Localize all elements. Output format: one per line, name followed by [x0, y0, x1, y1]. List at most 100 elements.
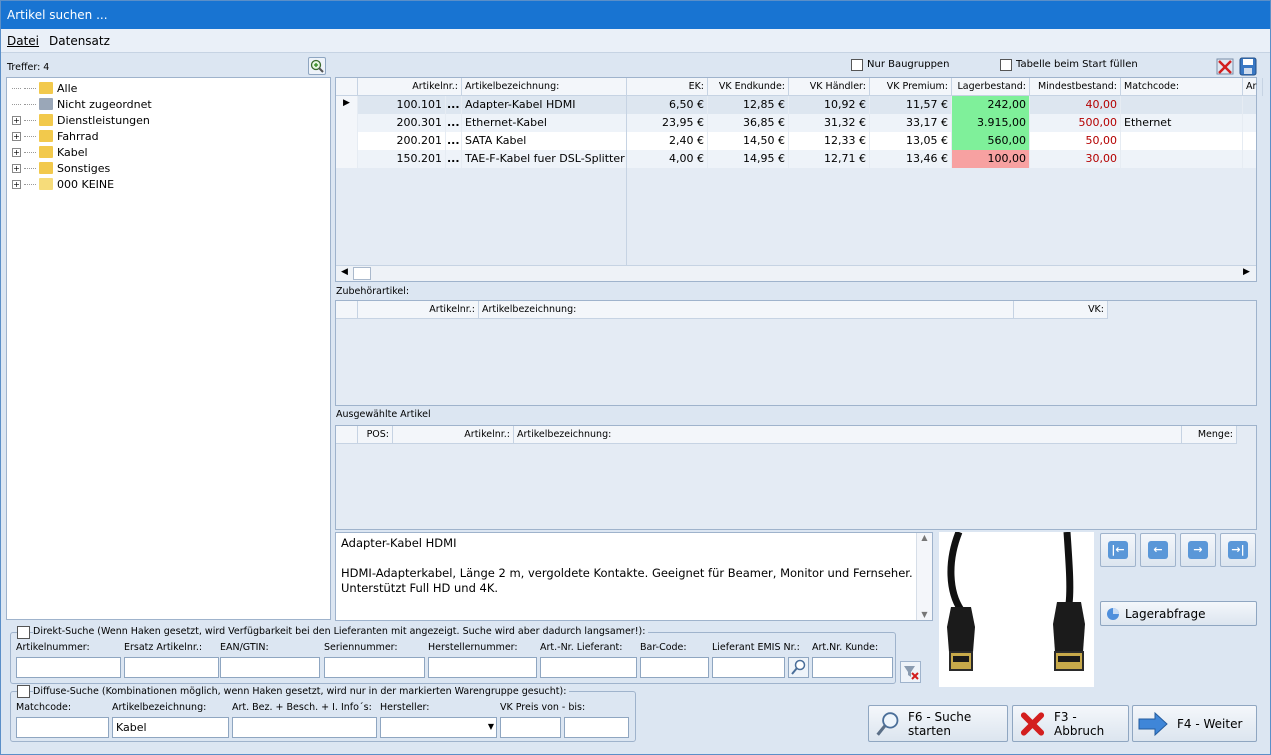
cell-vk-premium: 13,46 €	[870, 150, 952, 168]
column-header[interactable]: EK:	[627, 78, 708, 96]
expand-icon[interactable]: +	[12, 131, 21, 141]
direkt-field-input[interactable]	[428, 657, 537, 678]
tree-item[interactable]: Nicht zugeordnet	[7, 96, 152, 112]
weiter-button[interactable]: F4 - Weiter	[1132, 705, 1257, 742]
tabelle-start-checkbox[interactable]	[1000, 59, 1012, 71]
tree-item-label: 000 KEINE	[57, 177, 115, 191]
scroll-left-icon[interactable]: ◀	[337, 267, 352, 280]
lagerabfrage-button[interactable]: Lagerabfrage	[1100, 601, 1257, 626]
vk-preis-bis-input[interactable]	[564, 717, 629, 738]
direkt-field-label: EAN/GTIN:	[220, 642, 269, 653]
main-window: Artikel suchen ... Datei Datensatz Treffe…	[0, 0, 1271, 755]
lagerabfrage-label: Lagerabfrage	[1125, 606, 1206, 621]
tree-item[interactable]: + Fahrrad	[7, 128, 99, 144]
scroll-down-icon[interactable]: ▼	[917, 610, 932, 619]
scroll-thumb[interactable]	[353, 267, 371, 280]
direkt-field-input[interactable]	[712, 657, 785, 678]
article-hscrollbar[interactable]: ◀ ▶	[336, 265, 1256, 281]
nav-first-button[interactable]: |←	[1100, 533, 1136, 567]
description-line2: Unterstützt Full HD und 4K.	[341, 581, 499, 595]
nav-last-button[interactable]: →|	[1220, 533, 1256, 567]
description-box[interactable]: Adapter-Kabel HDMI HDMI-Adapterkabel, Lä…	[335, 532, 933, 621]
column-header[interactable]: VK Händler:	[789, 78, 870, 96]
zoom-in-button[interactable]	[308, 57, 326, 75]
table-row[interactable]: 150.201... TAE-F-Kabel fuer DSL-Splitter 4…	[336, 150, 1256, 168]
tree-item[interactable]: + Sonstiges	[7, 160, 110, 176]
column-header[interactable]: Ar	[1243, 78, 1263, 96]
column-header[interactable]: Artikelbezeichnung:	[462, 78, 627, 96]
ausgewaehlt-col-name: Artikelbezeichnung:	[514, 426, 1182, 444]
direkt-field-input[interactable]	[540, 657, 637, 678]
column-header[interactable]: Artikelnr.:	[358, 78, 462, 96]
diffus-suche-checkbox[interactable]	[17, 685, 30, 698]
direkt-field-input[interactable]	[16, 657, 121, 678]
diffus-suche-title: Diffuse-Suche (Kombinationen möglich, we…	[33, 686, 570, 697]
nav-prev-button[interactable]: ←	[1140, 533, 1176, 567]
artikelbezeichnung-input[interactable]: Kabel	[112, 717, 229, 738]
direkt-field-input[interactable]	[812, 657, 893, 678]
folder-icon	[39, 130, 53, 142]
tree-item[interactable]: +000 KEINE	[7, 176, 114, 192]
cell-more[interactable]: ...	[446, 150, 462, 168]
folder-icon	[39, 82, 53, 94]
zubehoer-grid[interactable]: Artikelnr.: Artikelbezeichnung: VK:	[335, 300, 1257, 406]
table-row[interactable]: ▶ 100.101... Adapter-Kabel HDMI 6,50 €12,85…	[336, 96, 1256, 114]
column-header[interactable]: Matchcode:	[1121, 78, 1243, 96]
hdmi-cable-image	[947, 530, 1085, 671]
save-button[interactable]	[1239, 57, 1257, 76]
clear-search-button[interactable]	[900, 661, 921, 683]
description-vscrollbar[interactable]: ▲ ▼	[916, 533, 932, 620]
abbruch-button[interactable]: F3 - Abbruch	[1012, 705, 1129, 742]
direkt-field-input[interactable]	[124, 657, 219, 678]
column-header[interactable]: VK Premium:	[870, 78, 952, 96]
direkt-field-input[interactable]	[640, 657, 709, 678]
tree-connector	[24, 183, 36, 185]
cell-more[interactable]: ...	[446, 114, 462, 132]
tree-item-label: Sonstiges	[57, 161, 111, 175]
tree-item[interactable]: + Dienstleistungen	[7, 112, 150, 128]
suche-starten-button[interactable]: F6 - Suche starten	[868, 705, 1008, 742]
column-header[interactable]: Mindestbestand:	[1030, 78, 1121, 96]
cell-more[interactable]: ...	[446, 132, 462, 150]
menu-datei[interactable]: Datei	[1, 29, 43, 48]
category-tree[interactable]: Alle Nicht zugeordnet + Dienstleistungen + Fa…	[6, 77, 331, 620]
table-row[interactable]: 200.201... SATA Kabel 2,40 €14,50 €12,33 €…	[336, 132, 1256, 150]
nur-baugruppen-checkbox[interactable]	[851, 59, 863, 71]
lieferant-search-button[interactable]	[788, 657, 809, 678]
cell-vk-haendler: 10,92 €	[789, 96, 870, 114]
expand-icon[interactable]: +	[12, 115, 21, 125]
diffus-field-input[interactable]	[16, 717, 109, 738]
ausgewaehlt-col-nr: Artikelnr.:	[393, 426, 514, 444]
expand-icon[interactable]: +	[12, 163, 21, 173]
folder-icon	[39, 146, 53, 158]
menu-datensatz[interactable]: Datensatz	[43, 29, 114, 48]
column-header[interactable]: VK Endkunde:	[708, 78, 789, 96]
zubehoer-col-vk: VK:	[1014, 301, 1108, 319]
direkt-field-label: Artikelnummer:	[16, 642, 90, 653]
diffus-field-input[interactable]	[500, 717, 561, 738]
tree-item[interactable]: + Kabel	[7, 144, 88, 160]
direkt-suche-checkbox[interactable]	[17, 626, 30, 639]
scroll-right-icon[interactable]: ▶	[1239, 267, 1254, 280]
hersteller-dropdown[interactable]: ▼	[380, 717, 497, 738]
expand-icon[interactable]: +	[12, 147, 21, 157]
zubehoer-col-name: Artikelbezeichnung:	[479, 301, 1014, 319]
nav-next-button[interactable]: →	[1180, 533, 1216, 567]
cell-mindest: 40,00	[1030, 96, 1121, 114]
ausgewaehlt-grid[interactable]: POS: Artikelnr.: Artikelbezeichnung: Men…	[335, 425, 1257, 530]
clear-button[interactable]	[1216, 57, 1234, 76]
expand-icon[interactable]: +	[12, 179, 21, 189]
scroll-up-icon[interactable]: ▲	[917, 533, 932, 542]
direkt-field-input[interactable]	[220, 657, 320, 678]
table-row[interactable]: 200.301... Ethernet-Kabel 23,95 €36,85 €31…	[336, 114, 1256, 132]
article-grid[interactable]: Artikelnr.: Artikelbezeichnung: EK: VK Endk…	[335, 77, 1263, 282]
cell-more[interactable]: ...	[446, 96, 462, 114]
tree-connector	[24, 167, 36, 169]
direkt-field-input[interactable]	[324, 657, 425, 678]
tree-line	[12, 87, 21, 89]
chevron-down-icon[interactable]: ▼	[488, 722, 494, 731]
tree-item[interactable]: Alle	[7, 80, 77, 96]
cell-mindest: 50,00	[1030, 132, 1121, 150]
diffus-field-input[interactable]	[232, 717, 377, 738]
column-header[interactable]: Lagerbestand:	[952, 78, 1030, 96]
